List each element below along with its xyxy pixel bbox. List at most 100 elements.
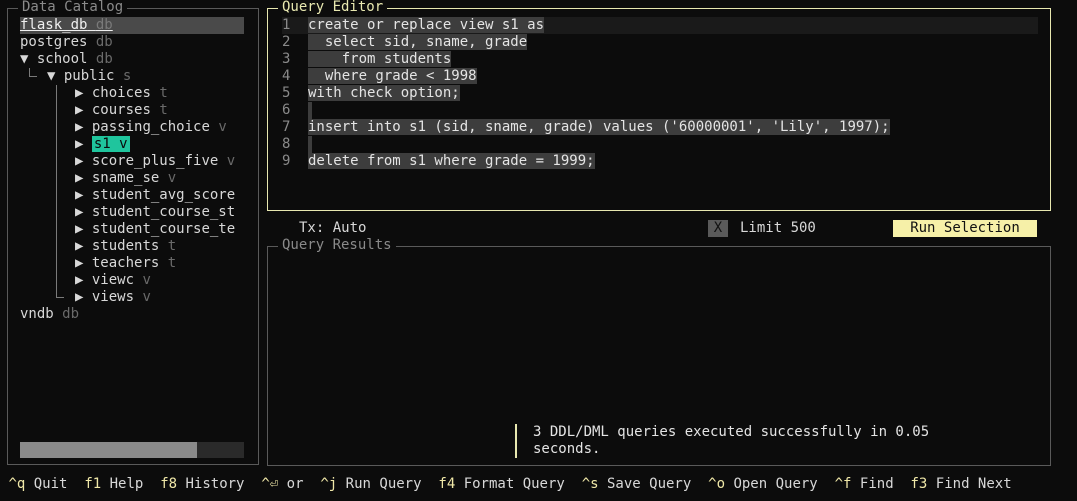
tree-kind-label: db bbox=[95, 34, 113, 50]
tree-item-student_course_te[interactable]: ▶ student_course_te bbox=[75, 221, 235, 238]
tree-db-vndb[interactable]: vndb db bbox=[20, 306, 79, 323]
shortcut-key: f4 bbox=[438, 476, 456, 492]
line-number: 9 bbox=[282, 153, 291, 169]
code-line[interactable]: 3 from students bbox=[282, 51, 452, 68]
shortcut-action[interactable]: Quit bbox=[34, 476, 68, 492]
expand-arrow-icon: ▶ bbox=[75, 204, 84, 220]
query-status-message: 3 DDL/DML queries executed successfully … bbox=[515, 424, 975, 458]
tree-kind-label: v bbox=[119, 136, 128, 152]
expand-arrow-icon: ▶ bbox=[75, 187, 84, 203]
line-number: 4 bbox=[282, 68, 291, 84]
tree-db-postgres[interactable]: postgres db bbox=[20, 34, 113, 51]
tree-db-school[interactable]: ▼ school db bbox=[20, 51, 113, 68]
code-text: delete from s1 where grade = 1999; bbox=[308, 153, 595, 169]
tree-item-courses[interactable]: ▶ courses t bbox=[75, 102, 168, 119]
tree-guide-line bbox=[29, 68, 30, 76]
data-catalog-title: Data Catalog bbox=[18, 0, 128, 16]
tree-item-viewc[interactable]: ▶ viewc v bbox=[75, 272, 151, 289]
shortcut-action[interactable]: History bbox=[185, 476, 244, 492]
line-number: 7 bbox=[282, 119, 291, 135]
code-text: from students bbox=[308, 51, 452, 67]
transaction-mode-label[interactable]: Tx: Auto bbox=[299, 220, 366, 237]
code-line[interactable]: 2 select sid, sname, grade bbox=[282, 34, 528, 51]
tree-schema-label: public bbox=[63, 68, 115, 84]
code-line[interactable]: 7 insert into s1 (sid, sname, grade) valu… bbox=[282, 119, 890, 136]
tree-item-label: score_plus_five bbox=[91, 153, 219, 169]
expand-arrow-icon: ▼ bbox=[20, 51, 29, 67]
tree-item-label: teachers bbox=[91, 255, 160, 271]
tree-item-s1[interactable]: ▶ s1 v bbox=[75, 136, 130, 153]
tree-guide-line bbox=[56, 85, 57, 297]
tree-item-score_plus_five[interactable]: ▶ score_plus_five v bbox=[75, 153, 235, 170]
tree-item-label: sname_se bbox=[91, 170, 160, 186]
tree-kind-label: t bbox=[167, 255, 177, 271]
tree-kind-label: v bbox=[142, 272, 151, 288]
expand-arrow-icon: ▶ bbox=[75, 119, 84, 135]
shortcut-action[interactable]: Save Query bbox=[607, 476, 691, 492]
footer-keybindings: ^q Quit f1 Help f8 History ^⏎ or ^j Run … bbox=[0, 475, 1077, 493]
run-selection-button[interactable]: Run Selection bbox=[893, 220, 1037, 237]
code-line[interactable]: 1 create or replace view s1 as bbox=[282, 17, 1038, 34]
tree-db-label: flask_db bbox=[20, 17, 88, 33]
expand-arrow-icon: ▶ bbox=[75, 221, 84, 237]
code-line[interactable]: 4 where grade < 1998 bbox=[282, 68, 477, 85]
line-number: 3 bbox=[282, 51, 291, 67]
tree-schema-public[interactable]: ▼ public s bbox=[47, 68, 131, 85]
shortcut-key: ^q bbox=[8, 476, 26, 492]
tree-kind-label: s bbox=[122, 68, 132, 84]
data-catalog-panel: Data Catalog flask_db db postgres db ▼ s… bbox=[7, 0, 259, 465]
code-text: where grade < 1998 bbox=[308, 68, 477, 84]
query-results-title: Query Results bbox=[278, 237, 396, 254]
expand-arrow-icon: ▶ bbox=[75, 272, 84, 288]
tree-item-label: student_avg_score bbox=[91, 187, 236, 203]
limit-checkbox[interactable]: X bbox=[708, 220, 728, 237]
tree-item-student_course_st[interactable]: ▶ student_course_st bbox=[75, 204, 235, 221]
tree-kind-label: v bbox=[142, 289, 151, 305]
tree-kind-label: t bbox=[159, 85, 168, 101]
tree-db-label: vndb bbox=[20, 306, 54, 322]
tree-item-student_avg_score[interactable]: ▶ student_avg_score bbox=[75, 187, 235, 204]
shortcut-action[interactable]: or bbox=[287, 476, 304, 492]
tree-item-selected: s1 v bbox=[91, 136, 130, 152]
tree-item-label: views bbox=[91, 289, 135, 305]
tree-item-sname_se[interactable]: ▶ sname_se v bbox=[75, 170, 176, 187]
expand-arrow-icon: ▶ bbox=[75, 289, 84, 305]
tree-kind-label: v bbox=[226, 153, 236, 169]
line-number: 8 bbox=[282, 136, 291, 152]
code-line[interactable]: 9 delete from s1 where grade = 1999; bbox=[282, 153, 595, 170]
shortcut-key: f3 bbox=[910, 476, 928, 492]
code-text: select sid, sname, grade bbox=[308, 34, 528, 50]
tree-item-views[interactable]: ▶ views v bbox=[75, 289, 151, 306]
tree-guide-line bbox=[56, 297, 64, 298]
query-editor-panel[interactable]: Query Editor 1 create or replace view s1 … bbox=[267, 0, 1051, 211]
empty-line-selection bbox=[308, 102, 312, 119]
shortcut-key: ^o bbox=[708, 476, 726, 492]
line-number: 1 bbox=[282, 17, 291, 33]
line-number: 5 bbox=[282, 85, 291, 101]
tree-item-teachers[interactable]: ▶ teachers t bbox=[75, 255, 176, 272]
shortcut-action[interactable]: Help bbox=[110, 476, 144, 492]
shortcut-action[interactable]: Format Query bbox=[464, 476, 565, 492]
shortcut-action[interactable]: Find bbox=[860, 476, 894, 492]
shortcut-action[interactable]: Run Query bbox=[346, 476, 422, 492]
code-line[interactable]: 6 bbox=[282, 102, 312, 119]
line-number: 2 bbox=[282, 34, 291, 50]
shortcut-action[interactable]: Find Next bbox=[936, 476, 1012, 492]
tree-item-label: student_course_st bbox=[91, 204, 236, 220]
tree-item-label: courses bbox=[91, 102, 151, 118]
shortcut-key: f8 bbox=[160, 476, 178, 492]
code-line[interactable]: 5 with check option; bbox=[282, 85, 460, 102]
code-line[interactable]: 8 bbox=[282, 136, 312, 153]
shortcut-key: f1 bbox=[84, 476, 102, 492]
tree-item-students[interactable]: ▶ students t bbox=[75, 238, 176, 255]
empty-line-selection bbox=[308, 136, 312, 153]
tree-item-choices[interactable]: ▶ choices t bbox=[75, 85, 168, 102]
shortcut-action[interactable]: Open Query bbox=[733, 476, 817, 492]
tree-guide-line bbox=[29, 76, 37, 77]
tree-item-label: choices bbox=[91, 85, 151, 101]
catalog-horizontal-scrollbar[interactable] bbox=[20, 442, 244, 458]
tree-item-passing_choice[interactable]: ▶ passing_choice v bbox=[75, 119, 227, 136]
scrollbar-thumb[interactable] bbox=[20, 442, 197, 458]
query-editor-title: Query Editor bbox=[278, 0, 388, 16]
tree-db-flask_db[interactable]: flask_db db bbox=[20, 17, 244, 34]
